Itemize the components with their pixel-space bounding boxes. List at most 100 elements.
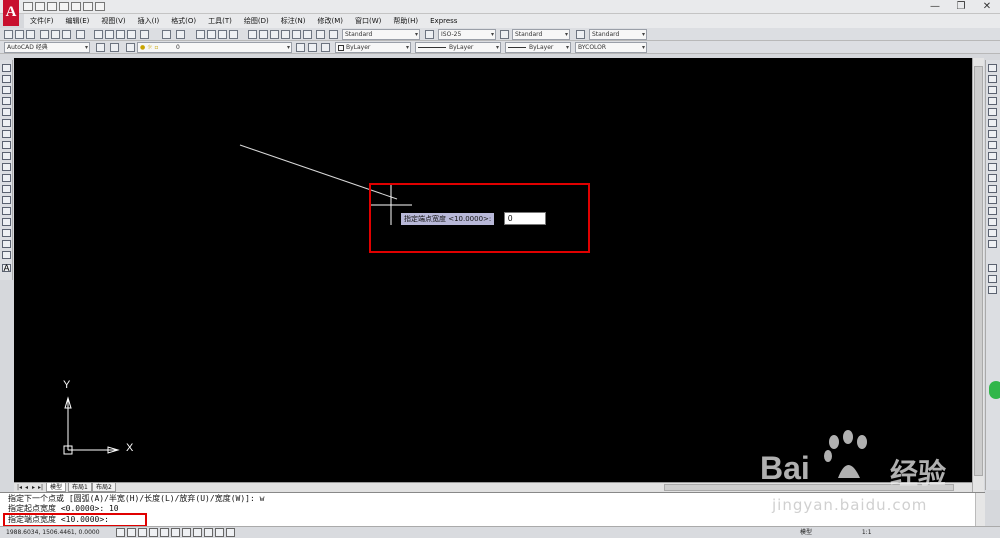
break-icon[interactable] bbox=[988, 196, 997, 204]
minimize-button[interactable]: — bbox=[922, 0, 948, 14]
move-icon[interactable] bbox=[988, 119, 997, 127]
properties-icon[interactable] bbox=[248, 30, 257, 39]
extend-icon[interactable] bbox=[988, 174, 997, 182]
join-icon[interactable] bbox=[988, 207, 997, 215]
new-icon[interactable] bbox=[23, 2, 33, 11]
trim-icon[interactable] bbox=[988, 163, 997, 171]
erase-icon[interactable] bbox=[988, 64, 997, 72]
open-icon[interactable] bbox=[35, 2, 45, 11]
close-button[interactable]: ✕ bbox=[974, 0, 1000, 14]
menu-tools[interactable]: 工具(T) bbox=[202, 14, 238, 28]
object-snap-icon[interactable] bbox=[171, 528, 180, 537]
infer-constraints-icon[interactable] bbox=[116, 528, 125, 537]
drawing-canvas[interactable]: Y X bbox=[14, 58, 972, 482]
menu-view[interactable]: 视图(V) bbox=[95, 14, 131, 28]
menu-format[interactable]: 格式(O) bbox=[165, 14, 202, 28]
ortho-mode-icon[interactable] bbox=[149, 528, 158, 537]
matchprop-icon[interactable] bbox=[76, 30, 85, 39]
tab-layout1[interactable]: 布局1 bbox=[68, 483, 92, 492]
chamfer-icon[interactable] bbox=[988, 218, 997, 226]
layer-isolate-icon[interactable] bbox=[321, 43, 330, 52]
zoom-realtime-icon[interactable] bbox=[207, 30, 216, 39]
tool-palettes-icon[interactable] bbox=[270, 30, 279, 39]
open-icon[interactable] bbox=[15, 30, 24, 39]
object-snap-tracking-icon[interactable] bbox=[182, 528, 191, 537]
mleader-style-select[interactable]: Standard ▾ bbox=[589, 29, 647, 40]
rectangle-icon[interactable] bbox=[2, 108, 11, 116]
restore-button[interactable]: ❐ bbox=[948, 0, 974, 14]
draw-order-icon[interactable] bbox=[988, 264, 997, 272]
sheet-set-icon[interactable] bbox=[281, 30, 290, 39]
copy-icon[interactable] bbox=[105, 30, 114, 39]
make-block-icon[interactable] bbox=[2, 196, 11, 204]
circle-icon[interactable] bbox=[2, 130, 11, 138]
autocad-logo-icon[interactable]: A bbox=[3, 0, 19, 26]
snap-mode-icon[interactable] bbox=[127, 528, 136, 537]
markup-icon[interactable] bbox=[292, 30, 301, 39]
new-icon[interactable] bbox=[4, 30, 13, 39]
layer-state-icon[interactable] bbox=[126, 43, 135, 52]
print-icon[interactable] bbox=[71, 2, 81, 11]
design-center-icon[interactable] bbox=[259, 30, 268, 39]
last-tab-icon[interactable]: ▸| bbox=[37, 483, 44, 492]
menu-insert[interactable]: 插入(I) bbox=[132, 14, 166, 28]
dynamic-ucs-icon[interactable] bbox=[193, 528, 202, 537]
layer-previous-icon[interactable] bbox=[308, 43, 317, 52]
table-style-select[interactable]: Standard ▾ bbox=[512, 29, 570, 40]
explode-icon[interactable] bbox=[988, 240, 997, 248]
first-tab-icon[interactable]: |◂ bbox=[16, 483, 23, 492]
zoom-window-icon[interactable] bbox=[218, 30, 227, 39]
preview-icon[interactable] bbox=[51, 30, 60, 39]
revcloud-icon[interactable] bbox=[2, 141, 11, 149]
next-tab-icon[interactable]: ▸ bbox=[30, 483, 37, 492]
linetype-select[interactable]: ByLayer ▾ bbox=[415, 42, 501, 53]
publish-icon[interactable] bbox=[62, 30, 71, 39]
assistant-badge-icon[interactable] bbox=[989, 381, 1000, 399]
zoom-previous-icon[interactable] bbox=[229, 30, 238, 39]
mirror-icon[interactable] bbox=[988, 86, 997, 94]
menu-modify[interactable]: 修改(M) bbox=[311, 14, 349, 28]
region-icon[interactable] bbox=[2, 240, 11, 248]
undo-icon[interactable] bbox=[83, 2, 93, 11]
text-edit-icon[interactable] bbox=[988, 275, 997, 283]
make-current-layer-icon[interactable] bbox=[296, 43, 305, 52]
construction-line-icon[interactable] bbox=[2, 75, 11, 83]
insert-block-icon[interactable] bbox=[2, 185, 11, 193]
menu-draw[interactable]: 绘图(D) bbox=[238, 14, 275, 28]
workspace-settings-icon[interactable] bbox=[96, 43, 105, 52]
ellipse-arc-icon[interactable] bbox=[2, 174, 11, 182]
dynamic-input-icon[interactable] bbox=[204, 528, 213, 537]
plotstyle-select[interactable]: BYCOLOR ▾ bbox=[575, 42, 647, 53]
rotate-icon[interactable] bbox=[988, 130, 997, 138]
array-icon[interactable] bbox=[988, 108, 997, 116]
text-style-select[interactable]: Standard ▾ bbox=[342, 29, 420, 40]
copy-object-icon[interactable] bbox=[988, 75, 997, 83]
redo-icon[interactable] bbox=[176, 30, 185, 39]
scale-icon[interactable] bbox=[988, 141, 997, 149]
scrollbar-thumb[interactable] bbox=[974, 66, 983, 476]
print-icon[interactable] bbox=[40, 30, 49, 39]
workspace-select[interactable]: AutoCAD 经典 ▾ bbox=[4, 42, 90, 53]
dynamic-input-field[interactable]: 0 bbox=[504, 212, 546, 225]
fillet-icon[interactable] bbox=[988, 229, 997, 237]
color-select[interactable]: ByLayer ▾ bbox=[335, 42, 411, 53]
redo-icon[interactable] bbox=[95, 2, 105, 11]
coordinate-readout[interactable]: 1988.6034, 1506.4461, 0.0000 bbox=[6, 528, 100, 538]
menu-window[interactable]: 窗口(W) bbox=[349, 14, 387, 28]
block-editor-icon[interactable] bbox=[140, 30, 149, 39]
layer-manager-icon[interactable] bbox=[110, 43, 119, 52]
grid-display-icon[interactable] bbox=[138, 528, 147, 537]
hatch-icon[interactable] bbox=[2, 218, 11, 226]
menu-express[interactable]: Express bbox=[424, 14, 463, 28]
vertical-scrollbar[interactable] bbox=[972, 58, 984, 492]
tab-layout2[interactable]: 布局2 bbox=[92, 483, 116, 492]
prev-tab-icon[interactable]: ◂ bbox=[23, 483, 30, 492]
lineweight-display-icon[interactable] bbox=[215, 528, 224, 537]
layer-select[interactable]: ● ☼ ▫ 0 ▾ bbox=[137, 42, 292, 53]
menu-dimension[interactable]: 标注(N) bbox=[275, 14, 312, 28]
spline-icon[interactable] bbox=[2, 152, 11, 160]
break-at-point-icon[interactable] bbox=[988, 185, 997, 193]
ellipse-icon[interactable] bbox=[2, 163, 11, 171]
pan-icon[interactable] bbox=[196, 30, 205, 39]
menu-help[interactable]: 帮助(H) bbox=[387, 14, 424, 28]
